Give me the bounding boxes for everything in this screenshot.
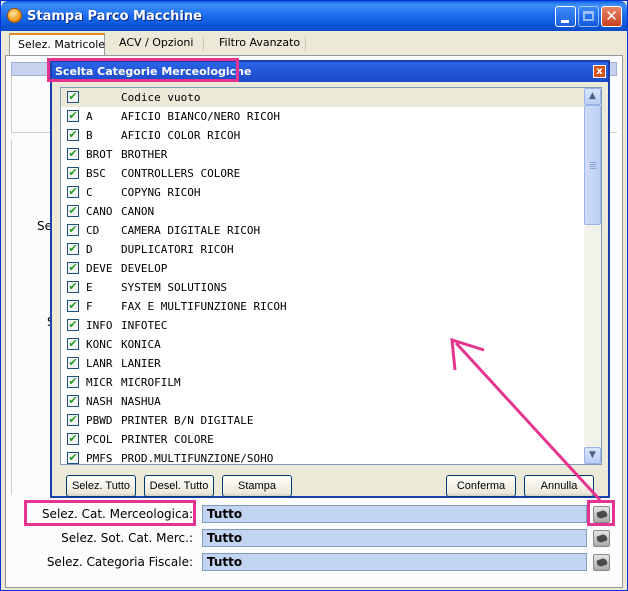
- annotation-arrow: [450, 337, 602, 502]
